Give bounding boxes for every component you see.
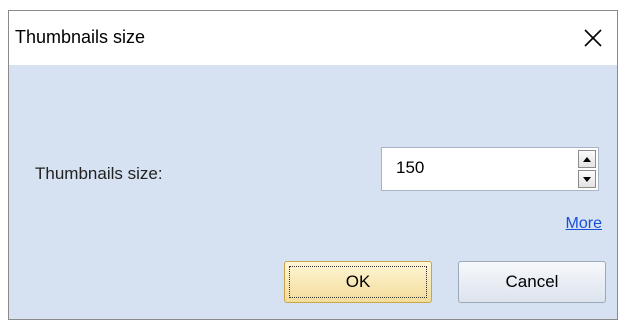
more-link[interactable]: More [566,215,602,233]
thumbnails-size-input[interactable]: 150 [396,158,424,178]
dialog-body: Thumbnails size: 150 More OK Cancel [9,65,617,319]
close-icon [584,29,602,47]
ok-button[interactable]: OK [284,261,432,303]
triangle-up-icon [583,156,591,162]
spin-up-button[interactable] [578,150,596,168]
cancel-button[interactable]: Cancel [458,261,606,303]
spinner-buttons [578,150,596,188]
thumbnails-size-spinner[interactable]: 150 [381,147,599,191]
dialog-title: Thumbnails size [15,27,146,47]
thumbnails-size-dialog: Thumbnails size Thumbnails size: 150 Mor… [8,10,618,320]
title-bar: Thumbnails size [9,11,617,65]
spin-down-button[interactable] [578,170,596,188]
cancel-button-label: Cancel [505,272,559,291]
thumbnails-size-label: Thumbnails size: [35,164,163,183]
triangle-down-icon [583,176,591,182]
close-button[interactable] [569,11,617,65]
focus-ring [289,266,427,298]
